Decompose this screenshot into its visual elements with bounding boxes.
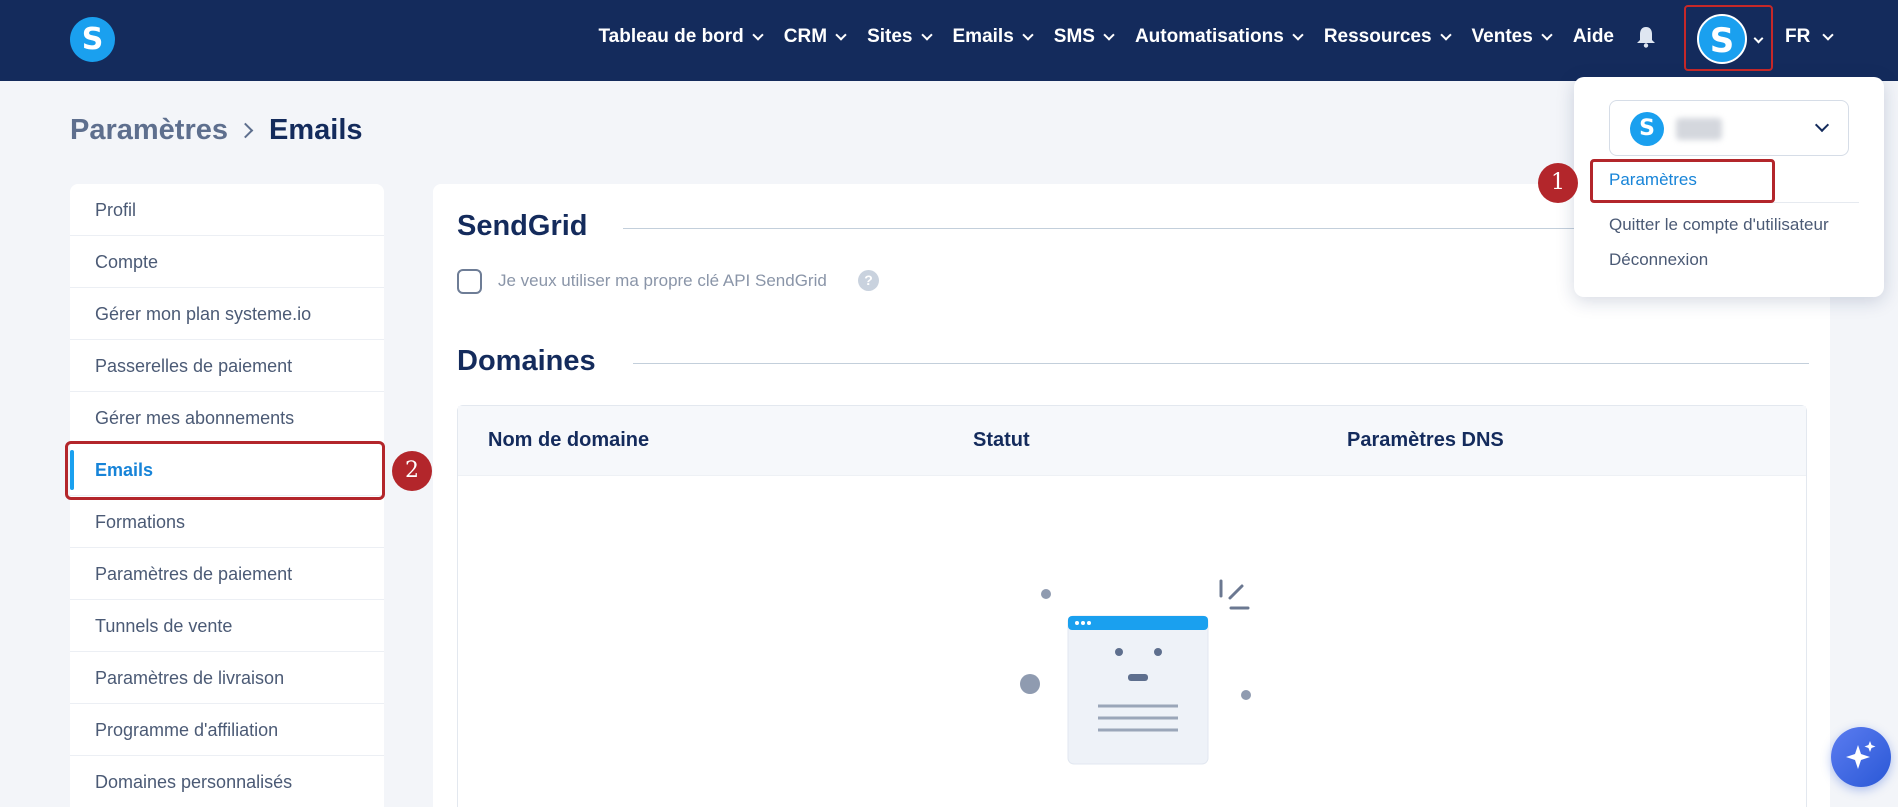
step-badge-1: 1: [1538, 163, 1578, 203]
account-logo: S: [1630, 112, 1664, 146]
empty-state-illustration-icon: [1020, 579, 1251, 765]
step-badge-2: 2: [392, 451, 432, 491]
chevron-down-icon: [835, 28, 847, 41]
nav-label: Automatisations: [1134, 26, 1284, 47]
chevron-down-icon: [1753, 33, 1764, 44]
nav-sites[interactable]: Sites: [867, 26, 933, 48]
column-header-status: Statut: [973, 429, 1030, 451]
chevron-down-icon: [1103, 28, 1115, 41]
table-header: Nom de domaine Statut Paramètres DNS: [458, 406, 1806, 476]
chevron-down-icon: [1814, 117, 1830, 133]
breadcrumb: Paramètres Emails: [70, 114, 363, 147]
systeme-logo[interactable]: S: [70, 17, 115, 62]
help-icon[interactable]: ?: [858, 270, 879, 291]
highlight-box-emails: [65, 441, 385, 500]
sidebar-item-domaines[interactable]: Domaines personnalisés: [70, 756, 384, 807]
sendgrid-title: SendGrid: [457, 210, 588, 242]
menu-item-deconnexion[interactable]: Déconnexion: [1609, 250, 1708, 270]
sidebar-item-formations[interactable]: Formations: [70, 496, 384, 548]
sidebar-item-abonnements[interactable]: Gérer mes abonnements: [70, 392, 384, 444]
nav-label: Ventes: [1471, 26, 1533, 47]
sidebar-item-parametres-paiement[interactable]: Paramètres de paiement: [70, 548, 384, 600]
nav-label: Sites: [867, 26, 913, 47]
sidebar-item-affiliation[interactable]: Programme d'affiliation: [70, 704, 384, 756]
nav-emails[interactable]: Emails: [952, 26, 1034, 48]
nav-tableau-de-bord[interactable]: Tableau de bord: [598, 26, 764, 48]
account-switcher[interactable]: S: [1609, 100, 1849, 156]
highlight-box-parametres: [1590, 159, 1775, 203]
chevron-down-icon: [1541, 28, 1553, 41]
sendgrid-api-checkbox[interactable]: [457, 269, 482, 294]
nav-label: SMS: [1053, 26, 1095, 47]
sidebar-item-passerelles[interactable]: Passerelles de paiement: [70, 340, 384, 392]
nav-automatisations[interactable]: Automatisations: [1134, 26, 1304, 48]
language-label: FR: [1785, 26, 1811, 47]
nav-aide[interactable]: Aide: [1573, 26, 1614, 48]
nav-label: Emails: [952, 26, 1014, 47]
nav-label: Ressources: [1323, 26, 1432, 47]
sidebar-item-compte[interactable]: Compte: [70, 236, 384, 288]
column-header-domain: Nom de domaine: [488, 429, 650, 451]
top-nav-bar: S Tableau de bord CRM Sites Emails SMS A…: [0, 0, 1898, 81]
nav-crm[interactable]: CRM: [783, 26, 847, 48]
menu-item-quitter-compte[interactable]: Quitter le compte d'utilisateur: [1609, 215, 1829, 235]
main-nav: Tableau de bord CRM Sites Emails SMS Aut…: [598, 0, 1678, 74]
section-divider: [633, 363, 1809, 364]
chevron-down-icon: [1822, 28, 1834, 41]
nav-label: CRM: [783, 26, 828, 47]
nav-sms[interactable]: SMS: [1053, 26, 1115, 48]
domains-title: Domaines: [457, 345, 596, 377]
language-selector[interactable]: FR: [1785, 26, 1834, 48]
breadcrumb-parent[interactable]: Paramètres: [70, 114, 228, 147]
column-header-dns: Paramètres DNS: [1347, 429, 1504, 451]
avatar: S: [1697, 14, 1747, 64]
sparkle-icon: [1846, 741, 1876, 769]
page-title: Emails: [269, 114, 363, 146]
user-avatar-button[interactable]: S: [1684, 5, 1773, 71]
account-name-redacted: [1676, 118, 1722, 140]
chevron-down-icon: [1439, 28, 1452, 41]
sidebar-item-livraison[interactable]: Paramètres de livraison: [70, 652, 384, 704]
bell-icon[interactable]: [1636, 26, 1656, 48]
sendgrid-checkbox-label: Je veux utiliser ma propre clé API SendG…: [498, 271, 827, 290]
chevron-down-icon: [1292, 28, 1304, 41]
chevron-down-icon: [1022, 28, 1034, 41]
chevron-down-icon: [920, 28, 933, 41]
ai-assistant-button[interactable]: [1831, 727, 1891, 787]
domains-table: Nom de domaine Statut Paramètres DNS: [457, 405, 1807, 807]
sidebar-item-plan[interactable]: Gérer mon plan systeme.io: [70, 288, 384, 340]
chevron-down-icon: [752, 28, 764, 41]
sidebar-item-tunnels[interactable]: Tunnels de vente: [70, 600, 384, 652]
nav-ventes[interactable]: Ventes: [1471, 26, 1553, 48]
sidebar-item-profil[interactable]: Profil: [70, 184, 384, 236]
nav-ressources[interactable]: Ressources: [1323, 26, 1452, 48]
nav-label: Tableau de bord: [598, 26, 744, 47]
chevron-right-icon: [237, 122, 254, 139]
